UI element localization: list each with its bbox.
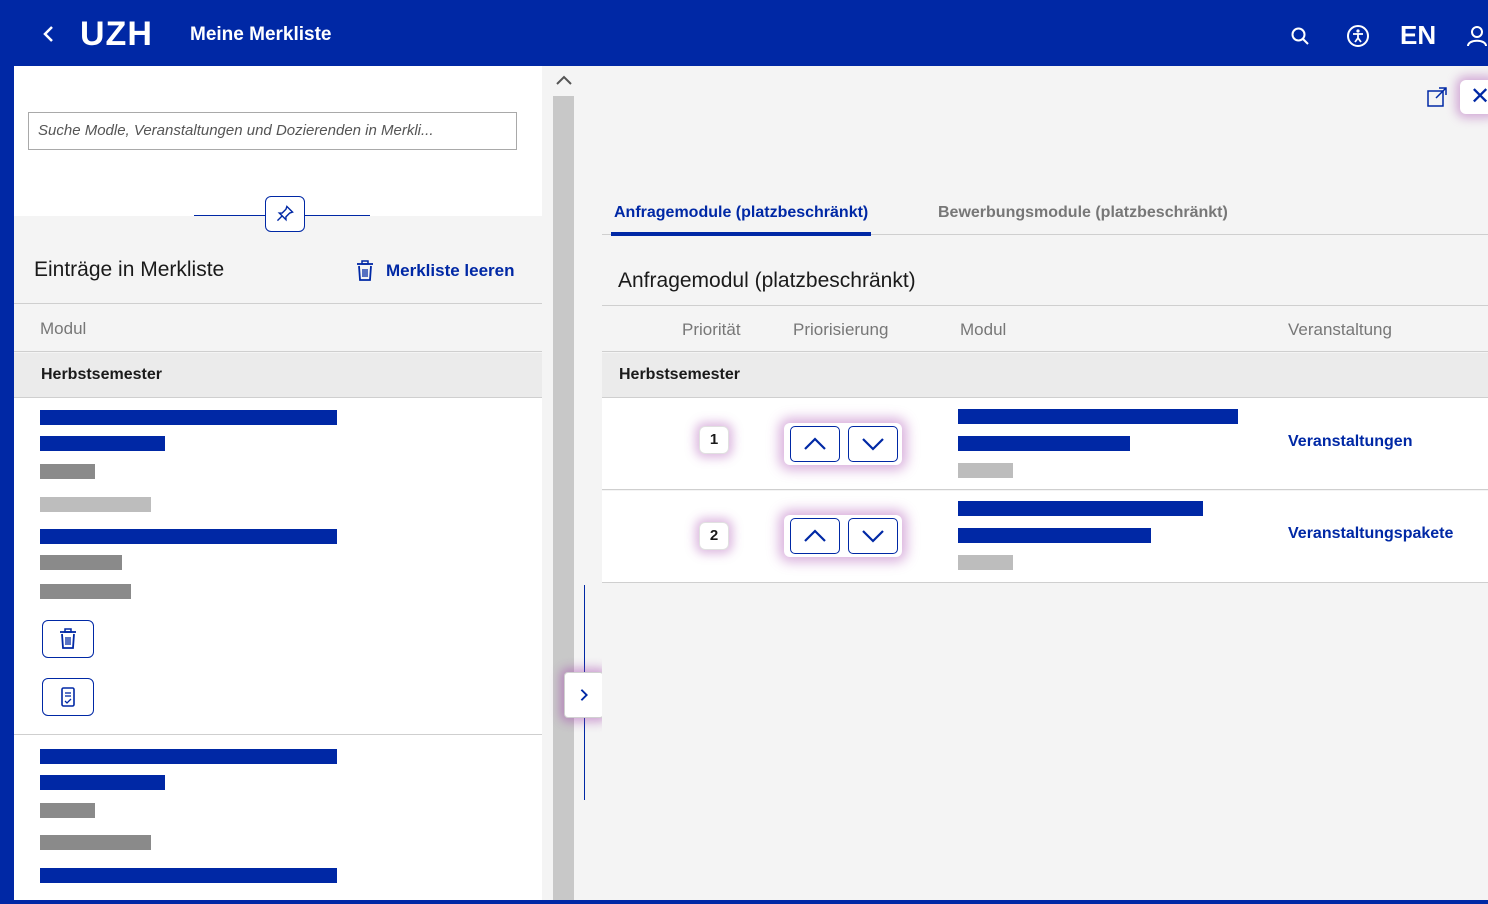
clear-merkliste-label: Merkliste leeren: [386, 261, 515, 280]
module-detail-panel: ✕ Anfragemodule (platzbeschränkt) Bewerb…: [602, 66, 1488, 900]
entry-meta-placeholder: [40, 584, 131, 599]
user-icon[interactable]: [1466, 24, 1488, 48]
move-up-button[interactable]: [790, 518, 840, 554]
entry-meta-placeholder: [40, 464, 95, 479]
priority-badge: 2: [699, 522, 729, 550]
back-chevron-icon[interactable]: [40, 22, 58, 46]
semester-row: Herbstsemester: [602, 353, 1488, 398]
table-row: 1 Veranstaltungen: [602, 398, 1488, 490]
entry-divider: [14, 734, 542, 735]
module-code-placeholder: [958, 436, 1130, 451]
column-header-modul: Modul: [14, 305, 542, 352]
chevron-up-icon: [804, 437, 826, 450]
scroll-up-icon[interactable]: [553, 72, 575, 88]
chevron-down-icon: [862, 530, 884, 543]
remove-entry-button[interactable]: [42, 620, 94, 658]
merkliste-sidebar: Suche Modle, Veranstaltungen und Doziere…: [14, 66, 542, 900]
prioritize-controls: [784, 515, 902, 557]
column-header-prioritaet: Priorität: [682, 320, 741, 339]
entry-title-placeholder[interactable]: [40, 529, 337, 544]
entry-meta-placeholder: [40, 555, 122, 570]
list-title: Einträge in Merkliste: [34, 258, 225, 281]
module-tabs: Anfragemodule (platzbeschränkt) Bewerbun…: [602, 201, 1488, 236]
checklist-icon: [61, 687, 75, 707]
uzh-logo[interactable]: UZH: [80, 14, 153, 54]
move-down-button[interactable]: [848, 518, 898, 554]
close-button[interactable]: ✕: [1460, 80, 1488, 114]
language-toggle[interactable]: EN: [1400, 20, 1436, 50]
section-title: Anfragemodul (platzbeschränkt): [618, 269, 916, 292]
column-header-modul: Modul: [960, 320, 1007, 339]
trash-icon: [60, 628, 76, 649]
entry-title-placeholder[interactable]: [40, 868, 337, 883]
module-meta-placeholder: [958, 463, 1013, 478]
column-header-priorisierung: Priorisierung: [793, 320, 889, 339]
entry-title-placeholder[interactable]: [40, 749, 337, 764]
prioritize-controls: [784, 423, 902, 465]
veranstaltung-link[interactable]: Veranstaltungspakete: [1288, 525, 1453, 543]
tab-bewerbungsmodule[interactable]: Bewerbungsmodule (platzbeschränkt): [938, 201, 1228, 235]
accessibility-icon[interactable]: [1346, 24, 1370, 48]
table-row: 2 Veranstaltungspakete: [602, 491, 1488, 583]
entry-meta-placeholder: [40, 835, 151, 850]
chevron-down-icon: [862, 438, 884, 451]
entry-code-placeholder: [40, 436, 165, 451]
module-meta-placeholder: [958, 555, 1013, 570]
sidebar-scrollbar-thumb[interactable]: [553, 96, 574, 900]
entry-code-placeholder: [40, 775, 165, 790]
top-header: UZH Meine Merkliste EN: [0, 0, 1488, 66]
entry-meta-placeholder: [40, 497, 151, 512]
external-link-icon[interactable]: [1426, 86, 1448, 108]
entry-meta-placeholder: [40, 803, 95, 818]
search-icon[interactable]: [1290, 26, 1310, 46]
page-title: Meine Merkliste: [190, 24, 332, 45]
module-title-placeholder[interactable]: [958, 409, 1238, 424]
merkliste-search-input[interactable]: Suche Modle, Veranstaltungen und Doziere…: [28, 112, 517, 150]
table-header: Priorität Priorisierung Modul Veranstalt…: [602, 305, 1488, 352]
module-code-placeholder: [958, 528, 1151, 543]
clear-merkliste-button[interactable]: Merkliste leeren: [354, 258, 515, 284]
module-title-placeholder[interactable]: [958, 501, 1203, 516]
column-header-veranstaltung: Veranstaltung: [1288, 320, 1392, 339]
checklist-button[interactable]: [42, 678, 94, 716]
tab-anfragemodule[interactable]: Anfragemodule (platzbeschränkt): [610, 201, 872, 236]
expand-panel-button[interactable]: [564, 672, 604, 718]
chevron-right-icon: [580, 689, 588, 701]
veranstaltung-link[interactable]: Veranstaltungen: [1288, 433, 1412, 451]
entry-title-placeholder[interactable]: [40, 410, 337, 425]
priority-badge: 1: [699, 426, 729, 454]
chevron-up-icon: [804, 529, 826, 542]
move-up-button[interactable]: [790, 426, 840, 462]
list-header: Einträge in Merkliste Merkliste leeren: [14, 216, 542, 304]
trash-icon: [357, 260, 373, 281]
semester-row: Herbstsemester: [14, 353, 542, 398]
close-icon: ✕: [1470, 83, 1488, 110]
move-down-button[interactable]: [848, 426, 898, 462]
entry-list: [14, 398, 542, 900]
